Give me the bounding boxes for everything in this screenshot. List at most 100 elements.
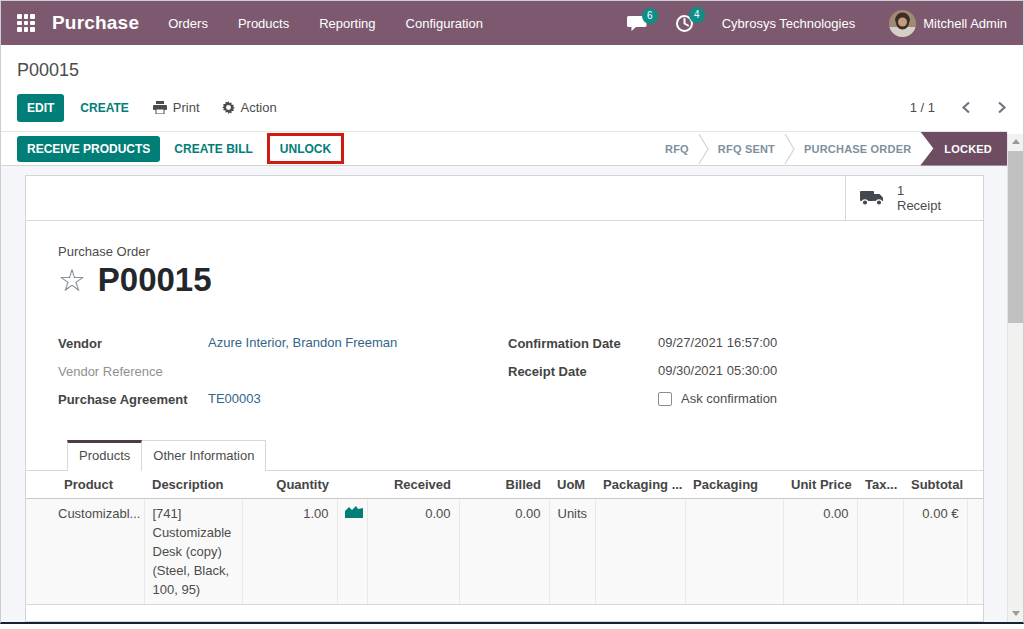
- cell-product: Customizabl...: [26, 499, 144, 605]
- cell-received: 0.00: [367, 499, 459, 605]
- forecast-chart-icon[interactable]: [345, 505, 363, 518]
- step-rfq[interactable]: RFQ: [656, 132, 698, 166]
- cell-billed: 0.00: [459, 499, 549, 605]
- main-menu: Orders Products Reporting Configuration: [153, 3, 498, 44]
- menu-reporting[interactable]: Reporting: [304, 3, 390, 44]
- vendor-label: Vendor: [58, 335, 208, 351]
- receipt-date-label: Receipt Date: [508, 363, 658, 379]
- favorite-star-icon[interactable]: ☆: [58, 265, 86, 296]
- print-button[interactable]: Print: [145, 93, 208, 122]
- ask-confirmation-checkbox[interactable]: [658, 392, 672, 406]
- cell-packaging-qty: [595, 499, 685, 605]
- cell-unit-price: 0.00: [783, 499, 857, 605]
- step-rfq-sent[interactable]: RFQ SENT: [709, 132, 784, 166]
- purchase-agreement-link[interactable]: TE00003: [208, 391, 261, 406]
- col-unit-price[interactable]: Unit Price: [783, 471, 857, 499]
- col-uom[interactable]: UoM: [549, 471, 595, 499]
- statusbar: RECEIVE PRODUCTS CREATE BILL UNLOCK RFQ …: [1, 131, 1007, 166]
- col-packaging-qty[interactable]: Packaging ...: [595, 471, 685, 499]
- col-description[interactable]: Description: [144, 471, 242, 499]
- pager-value: 1 / 1: [910, 100, 935, 115]
- company-switcher[interactable]: Cybrosys Technologies: [722, 16, 855, 31]
- activities-badge: 4: [689, 7, 705, 23]
- messages-button[interactable]: 6: [627, 15, 647, 32]
- odoo-window: Purchase Orders Products Reporting Confi…: [0, 0, 1024, 624]
- sheet: 1 Receipt Purchase Order ☆ P00015 Vendor…: [25, 175, 984, 622]
- col-packaging[interactable]: Packaging: [685, 471, 783, 499]
- pager: 1 / 1: [910, 100, 1007, 115]
- step-locked[interactable]: LOCKED: [920, 132, 1007, 166]
- menu-configuration[interactable]: Configuration: [391, 3, 498, 44]
- step-separator-icon: [784, 132, 795, 166]
- activities-button[interactable]: 4: [675, 14, 694, 33]
- col-quantity[interactable]: Quantity: [242, 471, 337, 499]
- avatar[interactable]: [889, 10, 916, 37]
- unlock-button[interactable]: UNLOCK: [274, 136, 337, 162]
- col-received[interactable]: Received: [367, 471, 459, 499]
- control-panel-buttons: EDIT CREATE Print Action: [17, 94, 1007, 121]
- vertical-scrollbar[interactable]: [1007, 134, 1023, 622]
- table-header-row: Product Description Quantity Received Bi…: [26, 471, 983, 499]
- user-menu[interactable]: Mitchell Admin: [923, 16, 1007, 31]
- vendor-reference-label: Vendor Reference: [58, 363, 208, 379]
- button-box: 1 Receipt: [26, 176, 983, 221]
- status-steps: RFQ RFQ SENT PURCHASE ORDER LOCKED: [656, 132, 1007, 166]
- cell-forecast: [337, 499, 367, 605]
- printer-icon: [153, 101, 167, 114]
- app-title[interactable]: Purchase: [52, 12, 139, 34]
- edit-button[interactable]: EDIT: [17, 94, 64, 122]
- receipt-count: 1: [897, 183, 941, 198]
- cell-quantity: 1.00: [242, 499, 337, 605]
- tab-other-information[interactable]: Other Information: [142, 440, 266, 471]
- pager-previous-icon[interactable]: [961, 101, 971, 114]
- receipt-date-value: 09/30/2021 05:30:00: [658, 363, 777, 378]
- left-field-group: Vendor Azure Interior, Brandon Freeman V…: [58, 335, 508, 419]
- ask-confirmation-label: Ask confirmation: [681, 391, 777, 406]
- cell-description: [741] Customizable Desk (copy) (Steel, B…: [144, 499, 242, 605]
- cell-packaging: [685, 499, 783, 605]
- menu-orders[interactable]: Orders: [153, 3, 223, 44]
- col-taxes[interactable]: Tax...: [857, 471, 903, 499]
- action-button[interactable]: Action: [214, 93, 285, 122]
- pager-next-icon[interactable]: [997, 101, 1007, 114]
- create-bill-button[interactable]: CREATE BILL: [168, 136, 258, 162]
- stat-texts: 1 Receipt: [897, 183, 941, 213]
- apps-menu-icon[interactable]: [17, 14, 35, 32]
- navbar-right: 6 4 Cybrosys Technologies Mitchell Admin: [627, 10, 1007, 37]
- order-lines-table: Product Description Quantity Received Bi…: [26, 471, 983, 605]
- order-line-row[interactable]: Customizabl... [741] Customizable Desk (…: [26, 499, 983, 605]
- notebook-tabs: Products Other Information: [26, 439, 983, 471]
- messages-badge: 6: [642, 8, 658, 24]
- scrollbar-thumb[interactable]: [1008, 151, 1024, 323]
- gear-icon: [222, 101, 235, 114]
- purchase-agreement-label: Purchase Agreement: [58, 391, 208, 407]
- cell-uom: Units: [549, 499, 595, 605]
- col-subtotal[interactable]: Subtotal: [903, 471, 967, 499]
- field-groups: Vendor Azure Interior, Brandon Freeman V…: [58, 335, 951, 419]
- scroll-up-icon[interactable]: [1012, 139, 1020, 144]
- scroll-down-icon[interactable]: [1012, 611, 1020, 616]
- step-purchase-order[interactable]: PURCHASE ORDER: [795, 132, 920, 166]
- confirmation-date-value: 09/27/2021 16:57:00: [658, 335, 777, 350]
- col-product[interactable]: Product: [26, 471, 144, 499]
- confirmation-date-label: Confirmation Date: [508, 335, 658, 351]
- page-title: P00015: [98, 261, 212, 299]
- tab-products[interactable]: Products: [67, 440, 142, 471]
- order-lines-container: Product Description Quantity Received Bi…: [26, 471, 983, 605]
- doc-type-label: Purchase Order: [58, 244, 951, 259]
- right-field-group: Confirmation Date 09/27/2021 16:57:00 Re…: [508, 335, 777, 419]
- vendor-link[interactable]: Azure Interior, Brandon Freeman: [208, 335, 397, 350]
- receipt-label: Receipt: [897, 198, 941, 213]
- cell-taxes: [857, 499, 903, 605]
- annotation-highlight-box: UNLOCK: [267, 133, 344, 164]
- form-view: 1 Receipt Purchase Order ☆ P00015 Vendor…: [1, 166, 1009, 622]
- col-billed[interactable]: Billed: [459, 471, 549, 499]
- truck-icon: [860, 189, 886, 207]
- control-panel: P00015 EDIT CREATE Print Action: [1, 45, 1023, 121]
- menu-products[interactable]: Products: [223, 3, 304, 44]
- create-button[interactable]: CREATE: [70, 94, 138, 122]
- receipt-stat-button[interactable]: 1 Receipt: [845, 176, 983, 220]
- breadcrumb: P00015: [17, 60, 1007, 81]
- step-separator-icon: [698, 132, 709, 166]
- receive-products-button[interactable]: RECEIVE PRODUCTS: [17, 136, 160, 162]
